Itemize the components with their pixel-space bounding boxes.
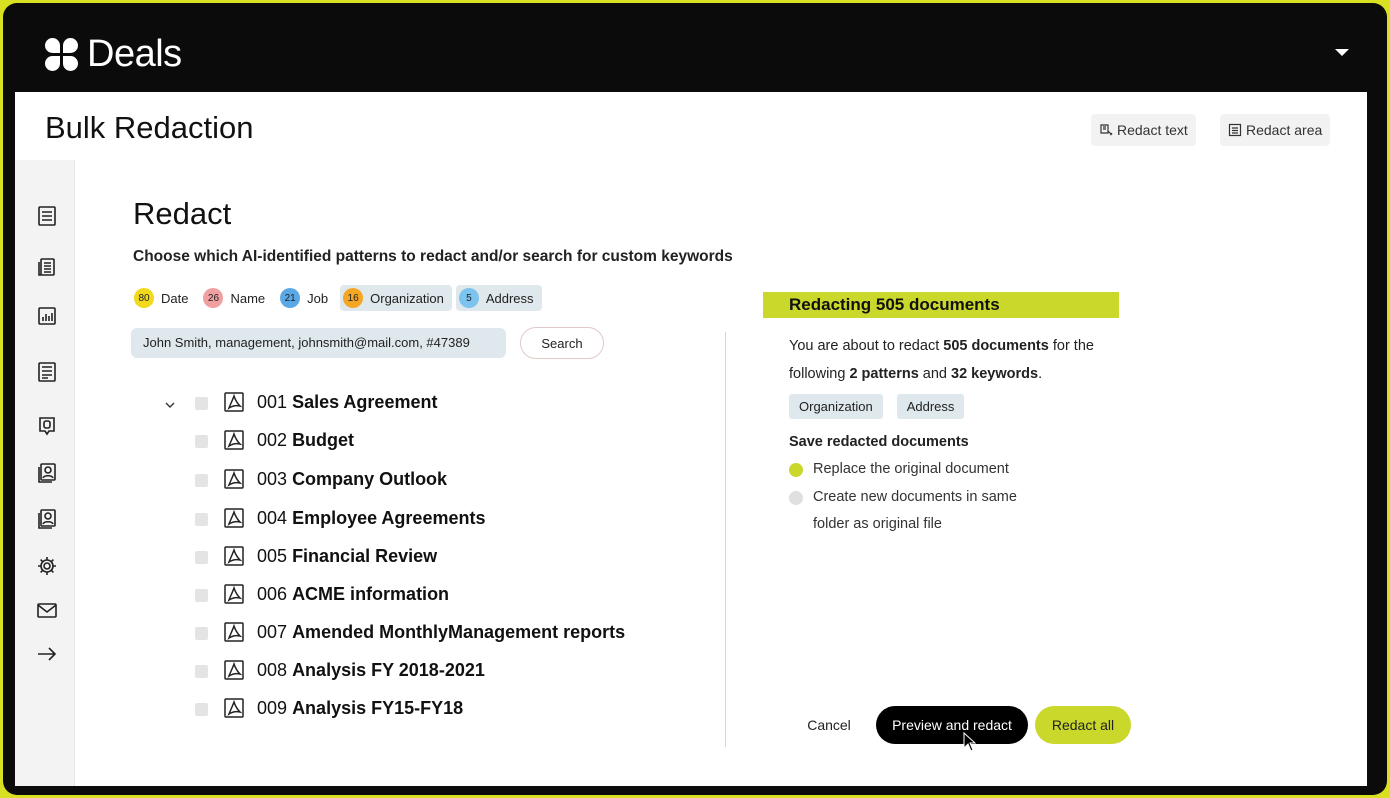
pattern-chips: 80 Date 26 Name 21 Job 16 Organization 5 Address [131,285,542,311]
document-name: 009 Analysis FY15-FY18 [257,698,464,718]
chevron-down-icon[interactable] [165,397,175,408]
pattern-chip-date[interactable]: 80 Date [131,285,196,311]
pdf-icon [223,391,245,413]
row-checkbox[interactable] [195,665,208,678]
row-checkbox[interactable] [195,513,208,526]
pdf-icon [223,621,245,643]
radio-unselected[interactable] [789,491,803,505]
pdf-icon [223,468,245,490]
chevron-down-icon[interactable] [1335,49,1349,56]
pdf-icon [223,583,245,605]
user-group-icon[interactable] [35,461,59,485]
pattern-count-badge: 16 [343,288,364,308]
row-checkbox[interactable] [195,435,208,448]
divider [725,332,726,747]
radio-selected[interactable] [789,463,803,477]
user-icon[interactable] [35,507,59,531]
pattern-label: Address [485,290,534,306]
row-checkbox[interactable] [195,627,208,640]
replace-original-option[interactable]: Replace the original document [789,456,1009,483]
document-icon[interactable] [35,360,59,384]
app-title: Deals [87,33,182,75]
pin-icon[interactable] [35,414,59,438]
list-icon[interactable] [35,204,59,228]
summary-description: You are about to redact 505 documents fo… [789,338,1094,382]
redact-text-button[interactable]: Redact text [1091,114,1196,146]
preview-and-redact-button[interactable]: Preview and redact [876,706,1028,744]
pattern-chip[interactable]: Address [896,394,965,419]
pdf-icon [223,507,245,529]
redact-area-label: Redact area [1246,122,1323,138]
area-icon [1228,123,1242,137]
section-subtitle: Choose which AI-identified patterns to r… [133,248,733,265]
pdf-icon [223,697,245,719]
create-new-option[interactable]: Create new documents in same folder as or… [789,484,1017,538]
selected-patterns: Organization Address [789,394,965,419]
save-options-title: Save redacted documents [789,434,969,450]
row-checkbox[interactable] [195,397,208,410]
gear-icon[interactable] [35,554,59,578]
replace-original-label: Replace the original document [813,461,1009,477]
sidebar [15,160,75,786]
pattern-chip-address[interactable]: 5 Address [455,285,542,311]
redact-area-button[interactable]: Redact area [1220,114,1331,146]
pattern-label: Job [307,290,329,306]
pattern-label: Date [161,290,189,306]
pdf-icon [223,659,245,681]
pdf-icon [223,429,245,451]
document-name: 008 Analysis FY 2018-2021 [257,660,485,680]
document-name: 001 Sales Agreement [257,392,438,412]
pattern-count-badge: 26 [203,288,224,308]
arrow-right-icon[interactable] [35,642,59,666]
row-checkbox[interactable] [195,589,208,602]
document-name: 005 Financial Review [257,546,438,566]
text-cursor-icon [1100,124,1113,136]
document-name: 003 Company Outlook [257,469,448,489]
pdf-icon [223,545,245,567]
create-new-label: Create new documents in same folder as or… [813,489,1017,532]
row-checkbox[interactable] [195,703,208,716]
redact-text-label: Redact text [1117,122,1188,138]
app-logo[interactable]: Deals [45,33,182,76]
summary-banner: Redacting 505 documents [763,292,1119,318]
document-name: 007 Amended MonthlyManagement reports [257,622,626,642]
pattern-count-badge: 21 [280,288,301,308]
clipboard-icon[interactable] [35,254,59,278]
app-window: Deals Bulk Redaction Redact text Redact … [3,3,1387,795]
pattern-label: Name [230,290,266,306]
document-name: 004 Employee Agreements [257,508,486,528]
mail-icon[interactable] [35,598,59,622]
pattern-count-badge: 5 [458,288,479,308]
search-button[interactable]: Search [520,327,604,359]
pattern-chip-job[interactable]: 21 Job [277,285,336,311]
row-checkbox[interactable] [195,474,208,487]
logo-icon [45,37,79,72]
keywords-input[interactable]: John Smith, management, johnsmith@mail.c… [131,328,506,358]
pattern-label: Organization [370,290,444,306]
section-title: Redact [133,196,232,231]
cancel-button[interactable]: Cancel [798,706,860,744]
main-panel: Bulk Redaction Redact text Redact area R… [15,92,1367,786]
document-name: 006 ACME information [257,584,450,604]
mouse-cursor-icon [963,732,977,752]
row-checkbox[interactable] [195,551,208,564]
redact-all-button[interactable]: Redact all [1035,706,1131,744]
chart-icon[interactable] [35,304,59,328]
top-bar: Deals [3,3,1387,91]
page-title: Bulk Redaction [45,110,254,145]
pattern-chip-organization[interactable]: 16 Organization [340,285,452,311]
pattern-chip-name[interactable]: 26 Name [200,285,273,311]
pattern-chip[interactable]: Organization [789,394,883,419]
pattern-count-badge: 80 [134,288,154,308]
document-name: 002 Budget [257,430,355,450]
